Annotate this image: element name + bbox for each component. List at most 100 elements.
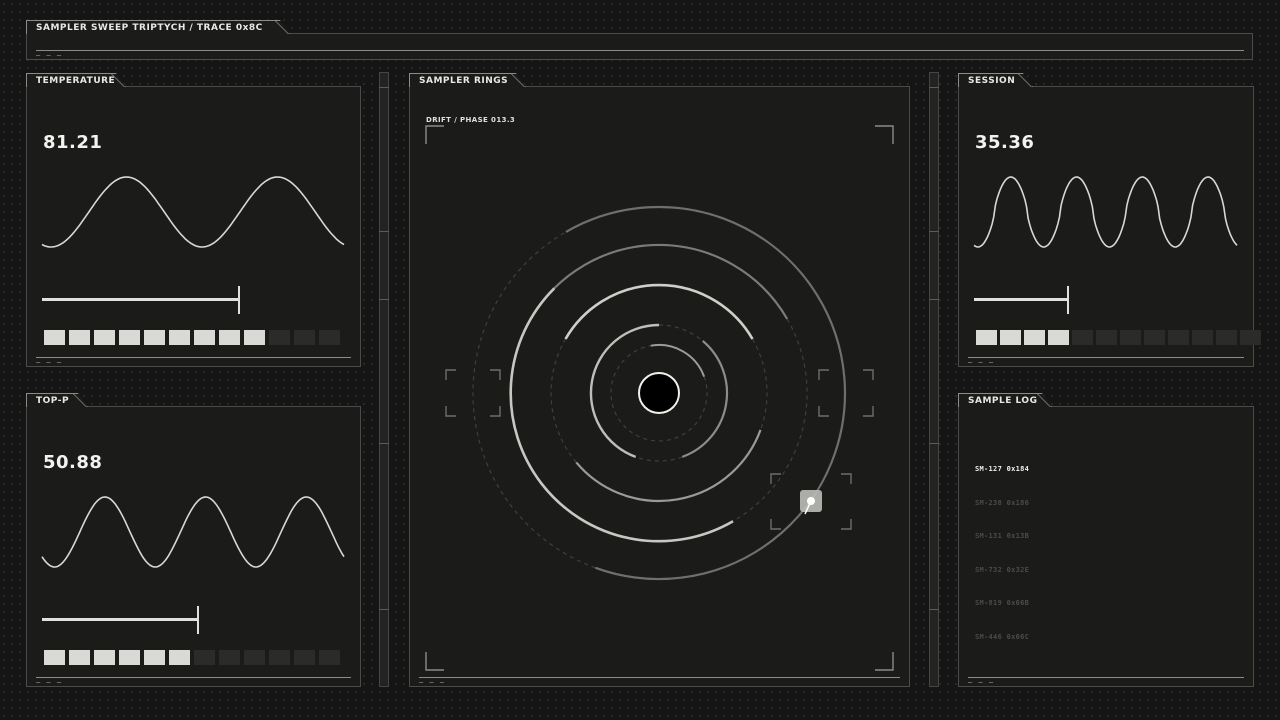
ring-4-arc <box>650 344 706 377</box>
meter-segment <box>1096 330 1117 345</box>
meter-segment <box>44 330 65 345</box>
log-entry[interactable]: SM-446 0x06C <box>975 633 1029 641</box>
meter-segment <box>1144 330 1165 345</box>
temperature-value: 81.21 <box>43 132 103 153</box>
meter-segment <box>1072 330 1093 345</box>
session-tab: SESSION <box>958 73 1033 87</box>
ring-3-faint <box>635 456 683 462</box>
ring-2-arc <box>564 283 754 340</box>
top-p-footer-line <box>36 677 351 678</box>
ring-3-arc <box>681 340 729 458</box>
meter-segment <box>244 330 265 345</box>
probe-marker-icon <box>800 490 822 515</box>
rail-tick <box>379 609 389 610</box>
meter-segment <box>319 330 340 345</box>
meter-segment <box>69 650 90 665</box>
temperature-slider[interactable] <box>42 298 239 301</box>
meter-segment <box>119 650 140 665</box>
log-entry[interactable]: SM-732 0x32E <box>975 566 1029 574</box>
temperature-segment-meter <box>44 330 340 345</box>
right-scroll-rail[interactable] <box>929 72 939 687</box>
meter-segment <box>94 330 115 345</box>
temperature-slider-handle[interactable] <box>238 286 240 314</box>
header-underline <box>36 50 1244 51</box>
temperature-tab: TEMPERATURE <box>26 73 126 87</box>
sampler-rings-tab: SAMPLER RINGS <box>409 73 526 87</box>
sample-log-panel <box>958 406 1254 687</box>
center-ring <box>638 372 680 414</box>
top-p-slider[interactable] <box>42 618 198 621</box>
meter-segment <box>1216 330 1237 345</box>
sampler-rings-footer-line <box>419 677 900 678</box>
session-dashes: — — — <box>968 358 995 366</box>
rail-tick <box>379 299 389 300</box>
meter-segment <box>1000 330 1021 345</box>
ring-2-faint <box>751 338 768 431</box>
session-value: 35.36 <box>975 132 1035 153</box>
meter-segment <box>294 330 315 345</box>
header-bar <box>26 33 1253 60</box>
rail-tick <box>379 87 389 88</box>
ring-1-faint <box>732 318 808 522</box>
meter-segment <box>269 330 290 345</box>
rail-tick <box>929 299 939 300</box>
top-p-slider-handle[interactable] <box>197 606 199 634</box>
rail-tick <box>929 443 939 444</box>
top-p-waveform <box>41 496 345 568</box>
meter-segment <box>244 650 265 665</box>
sampler-rings-graphic <box>425 125 894 671</box>
session-footer-line <box>968 357 1244 358</box>
ring-0-arc <box>565 205 847 581</box>
sample-log-dashes: — — — <box>968 678 995 686</box>
rail-tick <box>929 609 939 610</box>
ring-2-faint <box>550 338 577 463</box>
sample-log-footer-line <box>968 677 1244 678</box>
rail-tick <box>929 231 939 232</box>
session-slider-handle[interactable] <box>1067 286 1069 314</box>
header-title: SAMPLER SWEEP TRIPTYCH / TRACE 0x8C <box>26 20 290 34</box>
sample-log-tab: SAMPLE LOG <box>958 393 1052 407</box>
top-p-segment-meter <box>44 650 340 665</box>
meter-segment <box>144 650 165 665</box>
temperature-footer-line <box>36 357 351 358</box>
meter-segment <box>194 650 215 665</box>
meter-segment <box>1240 330 1261 345</box>
meter-segment <box>219 330 240 345</box>
meter-segment <box>44 650 65 665</box>
log-entry[interactable]: SM-131 0x13B <box>975 532 1029 540</box>
meter-segment <box>144 330 165 345</box>
meter-segment <box>169 650 190 665</box>
log-entry[interactable]: SM-238 0x186 <box>975 499 1029 507</box>
meter-segment <box>69 330 90 345</box>
ring-1-arc <box>509 287 734 543</box>
top-p-value: 50.88 <box>43 452 103 473</box>
rail-tick <box>379 443 389 444</box>
header-dashes: — — — <box>36 51 63 59</box>
top-p-dashes: — — — <box>36 678 63 686</box>
meter-segment <box>1024 330 1045 345</box>
meter-segment <box>194 330 215 345</box>
meter-segment <box>1120 330 1141 345</box>
meter-segment <box>119 330 140 345</box>
meter-segment <box>294 650 315 665</box>
meter-segment <box>1192 330 1213 345</box>
left-scroll-rail[interactable] <box>379 72 389 687</box>
rail-tick <box>929 87 939 88</box>
session-waveform <box>973 176 1238 248</box>
meter-segment <box>269 650 290 665</box>
sampler-rings-dashes: — — — <box>419 678 446 686</box>
meter-segment <box>169 330 190 345</box>
temperature-dashes: — — — <box>36 358 63 366</box>
ring-3-faint <box>658 324 704 342</box>
log-entry[interactable]: SM-819 0x06B <box>975 599 1029 607</box>
meter-segment <box>976 330 997 345</box>
session-slider[interactable] <box>974 298 1068 301</box>
meter-segment <box>319 650 340 665</box>
meter-segment <box>1168 330 1189 345</box>
meter-segment <box>94 650 115 665</box>
top-p-tab: TOP-P <box>26 393 88 407</box>
meter-segment <box>219 650 240 665</box>
session-segment-meter <box>976 330 1261 345</box>
log-entry[interactable]: SM-127 0x184 <box>975 465 1029 473</box>
rail-tick <box>379 231 389 232</box>
